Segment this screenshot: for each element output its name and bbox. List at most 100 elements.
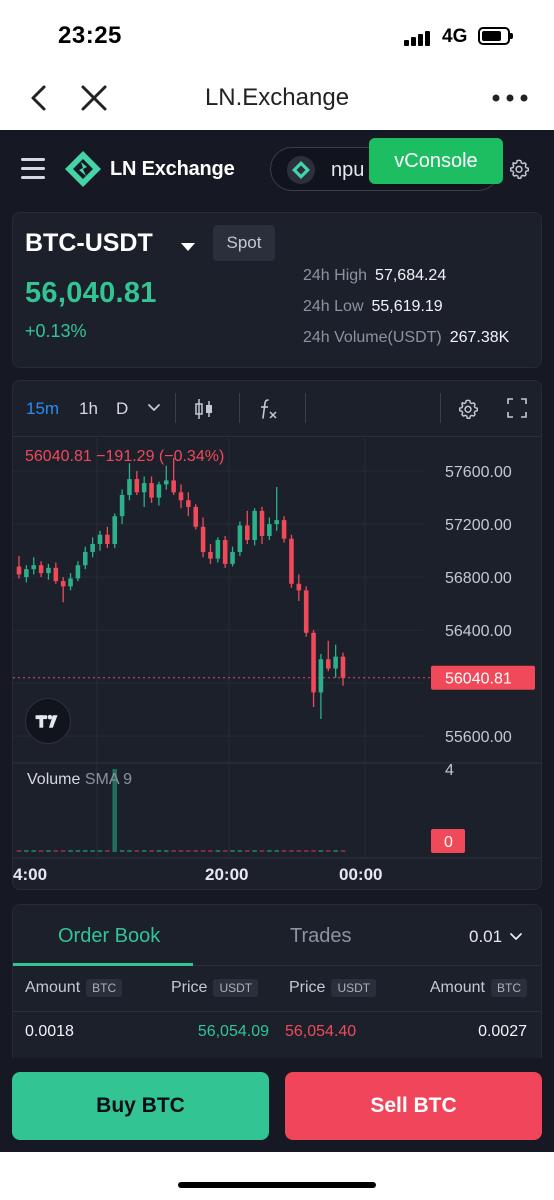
interval-d[interactable]: D <box>116 399 128 419</box>
more-icon[interactable] <box>488 82 532 114</box>
candle-body <box>82 551 88 566</box>
candle-body <box>53 567 59 582</box>
y-axis-tick-label: 57600.00 <box>445 464 512 481</box>
candle-body <box>296 583 302 591</box>
column-header-bid-price: Price USDT <box>171 979 259 997</box>
unit-badge: USDT <box>213 979 259 997</box>
browser-title: LN.Exchange <box>204 84 350 111</box>
indicators-fx-icon[interactable] <box>257 397 279 421</box>
candle-body <box>60 581 66 587</box>
candlestick-chart[interactable]: 57600.0057200.0056800.0056400.0056000.00… <box>13 438 541 889</box>
bid-price: 56,054.09 <box>197 1023 269 1040</box>
stat-label: 24h High <box>303 267 368 284</box>
wallet-logo-icon <box>287 156 315 184</box>
menu-icon[interactable] <box>21 158 45 180</box>
x-axis-tick-label: 20:00 <box>205 865 248 884</box>
candle-type-icon[interactable] <box>193 397 215 421</box>
candle-body <box>75 565 81 579</box>
candle-body <box>252 510 257 541</box>
x-axis-tick-label: 00:00 <box>339 865 382 884</box>
candle-body <box>141 483 147 493</box>
candle-body <box>90 544 95 552</box>
candle-body <box>31 565 37 570</box>
pair-selector[interactable]: BTC-USDT <box>25 229 153 258</box>
candle-body <box>156 484 162 498</box>
exchange-app: LN Exchange npu vConsole BTC-USDT Spot 5… <box>0 130 554 1152</box>
interval-1h[interactable]: 1h <box>79 399 98 419</box>
stat-label: 24h Volume(USDT) <box>303 329 442 346</box>
ask-price: 56,054.40 <box>285 1023 357 1040</box>
toolbar-divider <box>175 393 176 423</box>
caret-down-icon[interactable] <box>181 243 195 251</box>
column-header-ask-price: Price USDT <box>289 979 377 997</box>
candle-body <box>97 534 103 544</box>
candle-body <box>193 506 199 527</box>
candle-body <box>215 540 221 559</box>
battery-icon <box>478 27 513 45</box>
fullscreen-icon[interactable] <box>507 398 527 418</box>
stat-24h-volume: 24h Volume(USDT) 267.38K <box>303 329 509 347</box>
last-price-tag-label: 56040.81 <box>445 671 512 688</box>
unit-badge: BTC <box>86 979 123 997</box>
toolbar-divider <box>239 393 240 423</box>
candle-body <box>259 510 265 537</box>
home-area <box>0 1152 554 1200</box>
home-indicator[interactable] <box>178 1182 376 1188</box>
tab-order-book[interactable]: Order Book <box>58 925 160 948</box>
active-tab-indicator <box>13 963 193 966</box>
candle-body <box>281 520 287 539</box>
candle-body <box>318 659 324 693</box>
wallet-text: npu <box>331 159 365 181</box>
candle-body <box>46 567 51 574</box>
candle-body <box>333 656 338 669</box>
unit-badge: BTC <box>491 979 527 997</box>
precision-chevron-down-icon[interactable] <box>509 932 523 942</box>
candle-body <box>171 480 176 493</box>
y-axis-tick-label: 55600.00 <box>445 729 512 746</box>
last-price: 56,040.81 <box>25 277 157 309</box>
interval-15m[interactable]: 15m <box>26 399 59 419</box>
tab-trades[interactable]: Trades <box>290 925 352 948</box>
app-topbar: LN Exchange npu vConsole <box>0 130 554 208</box>
stat-24h-low: 24h Low 55,619.19 <box>303 298 443 316</box>
price-change: +0.13% <box>25 321 87 341</box>
candle-body <box>325 659 331 669</box>
settings-gear-icon[interactable] <box>508 158 530 180</box>
buy-button[interactable]: Buy BTC <box>12 1072 269 1140</box>
logo-text: LN Exchange <box>110 158 235 180</box>
candle-body <box>178 492 184 501</box>
market-type-badge: Spot <box>213 225 275 261</box>
candle-body <box>38 565 44 574</box>
candle-body <box>68 578 73 587</box>
vconsole-button[interactable]: vConsole <box>369 138 503 184</box>
ticker-card: BTC-USDT Spot 56,040.81 +0.13% 24h High 5… <box>12 212 542 368</box>
sell-button[interactable]: Sell BTC <box>285 1072 542 1140</box>
precision-select[interactable]: 0.01 <box>469 927 502 947</box>
column-label: Price <box>171 979 208 996</box>
candle-body <box>208 551 213 559</box>
logo-icon <box>65 151 101 187</box>
ask-amount: 0.0027 <box>478 1023 527 1040</box>
browser-header: LN.Exchange <box>0 68 554 130</box>
candle-body <box>105 534 110 544</box>
y-axis-tick-label: 57200.00 <box>445 517 512 534</box>
candle-body <box>340 656 346 678</box>
toolbar-divider <box>440 393 441 423</box>
volume-title: Volume <box>27 771 81 788</box>
status-time: 23:25 <box>58 22 122 49</box>
candle-body <box>303 590 309 633</box>
header-divider <box>13 1011 541 1012</box>
tradingview-logo-icon[interactable] <box>25 698 71 744</box>
interval-chevron-down-icon[interactable] <box>147 403 161 413</box>
x-axis-tick-label: 4:00 <box>13 865 47 884</box>
candle-body <box>134 479 140 493</box>
chart-settings-icon[interactable] <box>457 398 479 420</box>
volume-current-label: 0 <box>444 834 453 851</box>
chart-card: 15m 1h D 57600.00 57200.00 56800.00 5640… <box>12 380 542 890</box>
bid-amount: 0.0018 <box>25 1023 74 1040</box>
chart-toolbar: 15m 1h D <box>13 381 541 437</box>
status-bar: 23:25 4G <box>0 0 554 68</box>
y-axis-tick-label: 56400.00 <box>445 623 512 640</box>
column-label: Amount <box>429 979 485 996</box>
stat-24h-high: 24h High 57,684.24 <box>303 267 446 285</box>
